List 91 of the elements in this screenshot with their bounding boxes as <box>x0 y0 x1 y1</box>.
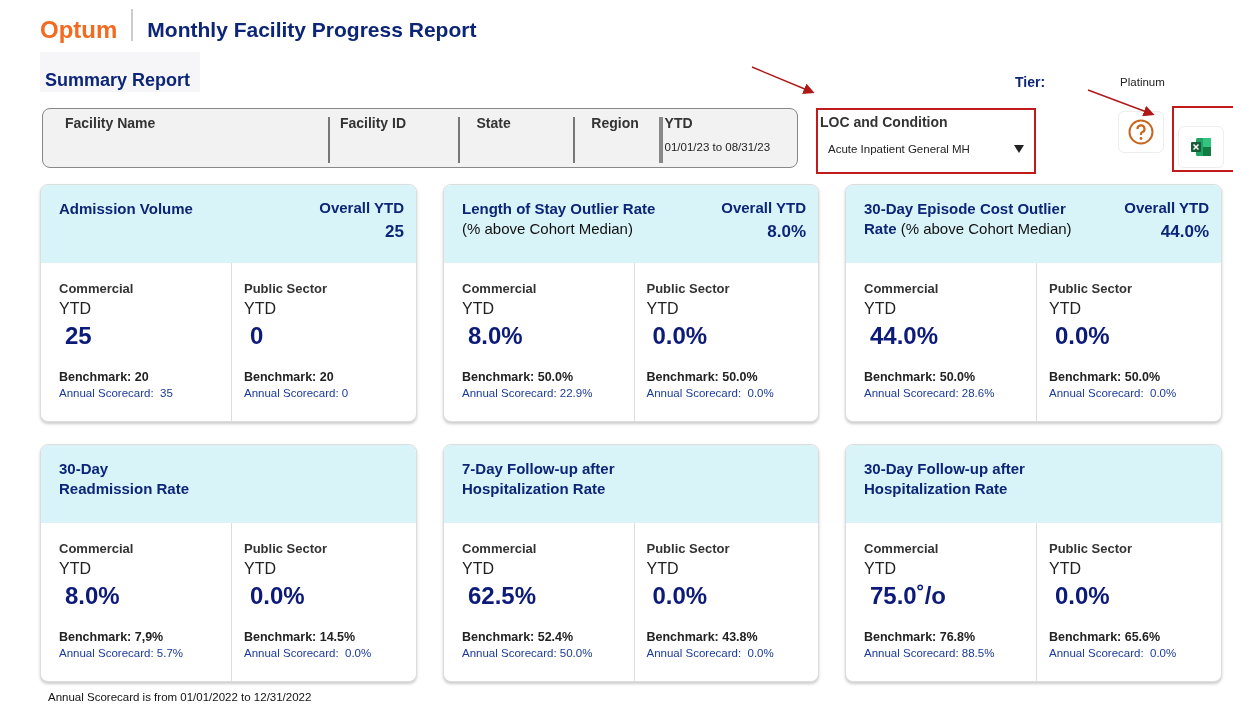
export-button[interactable] <box>1177 126 1224 168</box>
footnote: Annual Scorecard is from 01/01/2022 to 12/31/2022 <box>48 690 313 704</box>
metric-value: 0.0% <box>652 582 709 610</box>
benchmark-text: Benchmark: 20 <box>59 370 150 384</box>
overall-label: Overall YTD <box>721 199 806 216</box>
overall-value: 8.0% <box>767 222 806 242</box>
card-title: Length of Stay Outlier Rate (% above Cohort Median) <box>462 199 657 239</box>
metric-value: 8.0% <box>468 322 524 350</box>
help-button[interactable] <box>1118 111 1164 153</box>
overall-label: Overall YTD <box>1124 199 1209 216</box>
card-title: 30-Day Follow-up after Hospitalization Rate <box>864 459 1025 499</box>
metric-value: 44.0% <box>870 322 940 350</box>
scorecard-text: Annual Scorecard: 0.0% <box>244 647 373 659</box>
overall-label: Overall YTD <box>319 199 404 216</box>
filter-label: Facility Name <box>65 115 157 131</box>
report-title: Monthly Facility Progress Report <box>147 18 477 42</box>
period-label: YTD <box>864 560 897 578</box>
filter-label: Facility ID <box>339 115 408 131</box>
benchmark-text: Benchmark: 76.8% <box>864 630 977 644</box>
segment-label: Commercial <box>864 281 940 296</box>
period-label: YTD <box>1049 560 1082 578</box>
spreadsheet-icon <box>1189 137 1212 157</box>
metric-value: 25 <box>65 322 93 350</box>
filter-label: Region <box>591 115 640 131</box>
benchmark-text: Benchmark: 65.6% <box>1049 630 1162 644</box>
card-title: Admission Volume <box>59 199 193 219</box>
segment-label: Public Sector <box>646 541 731 556</box>
metric-value: 75.0˚/o <box>870 582 948 610</box>
overall-value: 25 <box>385 222 404 242</box>
tier-label: Tier: <box>1015 74 1046 90</box>
scorecard-text: Annual Scorecard: 5.7% <box>59 647 185 659</box>
metric-value: 8.0% <box>65 582 121 610</box>
metric-value: 62.5% <box>468 582 538 610</box>
metric-value: 0.0% <box>1055 322 1111 350</box>
segment-label: Public Sector <box>244 281 329 296</box>
scorecard-text: Annual Scorecard: 0.0% <box>1049 387 1178 399</box>
period-label: YTD <box>462 560 495 578</box>
period-label: YTD <box>1049 300 1082 318</box>
period-label: YTD <box>646 300 680 318</box>
tier-value: Platinum <box>1120 76 1165 90</box>
benchmark-text: Benchmark: 20 <box>244 370 335 384</box>
period-label: YTD <box>244 560 277 578</box>
segment-label: Public Sector <box>1049 281 1134 296</box>
period-label: YTD <box>646 560 680 578</box>
scorecard-text: Annual Scorecard: 28.6% <box>864 387 996 399</box>
filter-value: 01/01/23 to 08/31/23 <box>664 141 772 153</box>
period-label: YTD <box>59 300 92 318</box>
help-icon <box>1127 119 1154 145</box>
benchmark-text: Benchmark: 14.5% <box>244 630 357 644</box>
scorecard-text: Annual Scorecard: 0.0% <box>1049 647 1178 659</box>
segment-label: Public Sector <box>1049 541 1134 556</box>
period-label: YTD <box>59 560 92 578</box>
metric-value: 0.0% <box>250 582 306 610</box>
card-title: 30-Day Episode Cost Outlier Rate (% above Cohort Median) <box>864 199 1072 239</box>
card-title: 30-Day Readmission Rate <box>59 459 190 499</box>
segment-label: Commercial <box>59 281 135 296</box>
benchmark-text: Benchmark: 43.8% <box>646 630 759 644</box>
segment-label: Commercial <box>59 541 135 556</box>
metric-value: 0.0% <box>1055 582 1111 610</box>
period-label: YTD <box>244 300 277 318</box>
scorecard-text: Annual Scorecard: 0.0% <box>646 647 775 659</box>
benchmark-text: Benchmark: 50.0% <box>646 370 759 384</box>
metric-value: 0.0% <box>652 322 709 350</box>
scorecard-text: Annual Scorecard: 88.5% <box>864 647 996 659</box>
card-title: 7-Day Follow-up after Hospitalization Rate <box>462 459 615 499</box>
scorecard-text: Annual Scorecard: 0.0% <box>646 387 775 399</box>
benchmark-text: Benchmark: 50.0% <box>462 370 575 384</box>
overall-value: 44.0% <box>1160 222 1209 242</box>
segment-label: Public Sector <box>244 541 329 556</box>
caret-icon <box>1014 145 1024 153</box>
scorecard-text: Annual Scorecard: 50.0% <box>462 647 594 659</box>
segment-label: Commercial <box>462 541 538 556</box>
segment-label: Public Sector <box>646 281 731 296</box>
period-label: YTD <box>864 300 897 318</box>
benchmark-text: Benchmark: 50.0% <box>1049 370 1162 384</box>
logo: Optum <box>40 16 118 44</box>
period-label: YTD <box>462 300 495 318</box>
benchmark-text: Benchmark: 50.0% <box>864 370 977 384</box>
annotation-arrow <box>751 66 815 94</box>
scorecard-text: Annual Scorecard: 22.9% <box>462 387 594 399</box>
segment-label: Commercial <box>864 541 940 556</box>
benchmark-text: Benchmark: 52.4% <box>462 630 575 644</box>
annotation-arrow <box>1087 89 1155 117</box>
field-label: LOC and Condition <box>820 114 949 130</box>
metric-value: 0 <box>250 322 265 350</box>
segment-label: Commercial <box>462 281 538 296</box>
benchmark-text: Benchmark: 7,9% <box>59 630 165 644</box>
scorecard-text: Annual Scorecard: 0 <box>244 387 350 399</box>
scorecard-text: Annual Scorecard: 35 <box>59 387 174 399</box>
filter-label: YTD <box>664 115 694 131</box>
filter-label: State <box>476 115 512 131</box>
